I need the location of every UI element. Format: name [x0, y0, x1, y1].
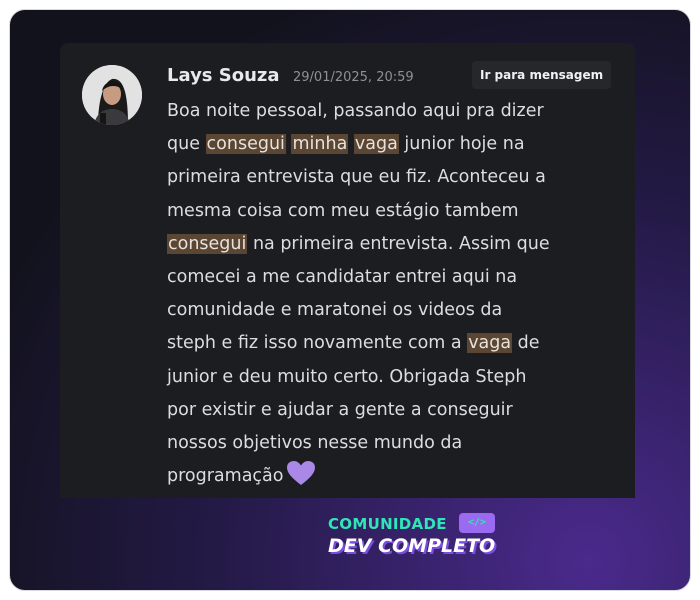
- message-line: por existir e ajudar a gente a conseguir: [167, 399, 513, 420]
- author-name[interactable]: Lays Souza: [167, 65, 280, 86]
- comunidade-dev-completo-logo: COMUNIDADE </> DEV COMPLETO: [328, 513, 508, 565]
- message-line: comunidade e maratonei os videos da: [167, 300, 503, 321]
- message-line: programação: [167, 460, 622, 498]
- user-photo-icon: [82, 65, 142, 125]
- jump-to-message-button[interactable]: Ir para mensagem: [472, 61, 612, 89]
- highlighted-word: minha: [291, 134, 349, 155]
- message-line: steph e fiz isso novamente com a vaga de: [167, 333, 540, 354]
- message-timestamp: 29/01/2025, 20:59: [293, 70, 414, 85]
- avatar[interactable]: [82, 65, 142, 125]
- logo-line-1: COMUNIDADE: [328, 515, 447, 533]
- message-line: junior e deu muito certo. Obrigada Steph: [167, 366, 527, 387]
- message-body: Boa noite pessoal, passando aqui pra diz…: [167, 95, 622, 498]
- message-line: consegui na primeira entrevista. Assim q…: [167, 233, 550, 254]
- code-tag-icon: </>: [459, 513, 495, 533]
- highlighted-word: consegui: [205, 134, 286, 155]
- screenshot-frame: Lays Souza 29/01/2025, 20:59 Ir para men…: [9, 9, 691, 591]
- highlighted-word: consegui: [167, 233, 248, 254]
- message-line: primeira entrevista que eu fiz. Acontece…: [167, 167, 546, 188]
- message-line: que consegui minha vaga junior hoje na: [167, 134, 525, 155]
- highlighted-word: vaga: [467, 333, 513, 354]
- logo-line-2: DEV COMPLETO: [328, 535, 496, 557]
- message-line: Boa noite pessoal, passando aqui pra diz…: [167, 101, 544, 121]
- purple-heart-icon: [286, 460, 316, 498]
- chat-message-card: Lays Souza 29/01/2025, 20:59 Ir para men…: [60, 43, 635, 498]
- message-line: comecei a me candidatar entrei aqui na: [167, 267, 518, 288]
- message-line: nossos objetivos nesse mundo da: [167, 433, 463, 454]
- highlighted-word: vaga: [353, 134, 399, 155]
- message-line: mesma coisa com meu estágio tambem: [167, 200, 519, 221]
